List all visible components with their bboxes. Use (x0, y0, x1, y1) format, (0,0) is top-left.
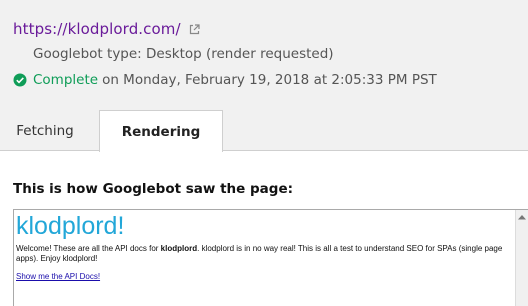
tab-fetching[interactable]: Fetching (0, 110, 88, 151)
rendered-site-text: Welcome! These are all the API docs for … (16, 244, 516, 264)
rendered-site-title: klodplord! (16, 212, 125, 240)
external-link-icon[interactable] (189, 23, 200, 35)
rendered-page-content: klodplord! Welcome! These are all the AP… (16, 210, 514, 283)
api-docs-link[interactable]: Show me the API Docs! (16, 272, 100, 281)
rendered-text-before: Welcome! These are all the API docs for (16, 244, 161, 253)
scroll-up-arrow-icon[interactable] (516, 210, 528, 224)
check-circle-icon (13, 73, 27, 87)
status-row: Complete on Monday, February 19, 2018 at… (13, 71, 437, 89)
tab-rendering[interactable]: Rendering (99, 110, 223, 152)
status-detail: on Monday, February 19, 2018 at 2:05:33 … (102, 72, 437, 88)
section-title: This is how Googlebot saw the page: (13, 181, 293, 197)
tab-bar: Fetching Rendering (0, 110, 528, 152)
rendered-page-frame[interactable]: klodplord! Welcome! These are all the AP… (13, 209, 528, 306)
googlebot-type: Googlebot type: Desktop (render requeste… (33, 46, 334, 62)
rendered-text-bold: klodplord (160, 244, 198, 253)
url-row: https://klodplord.com/ (13, 19, 200, 39)
status-word: Complete (33, 72, 99, 88)
fetched-url-link[interactable]: https://klodplord.com/ (13, 20, 181, 38)
frame-scrollbar[interactable] (515, 210, 528, 306)
result-header: https://klodplord.com/ Googlebot type: D… (0, 0, 528, 152)
